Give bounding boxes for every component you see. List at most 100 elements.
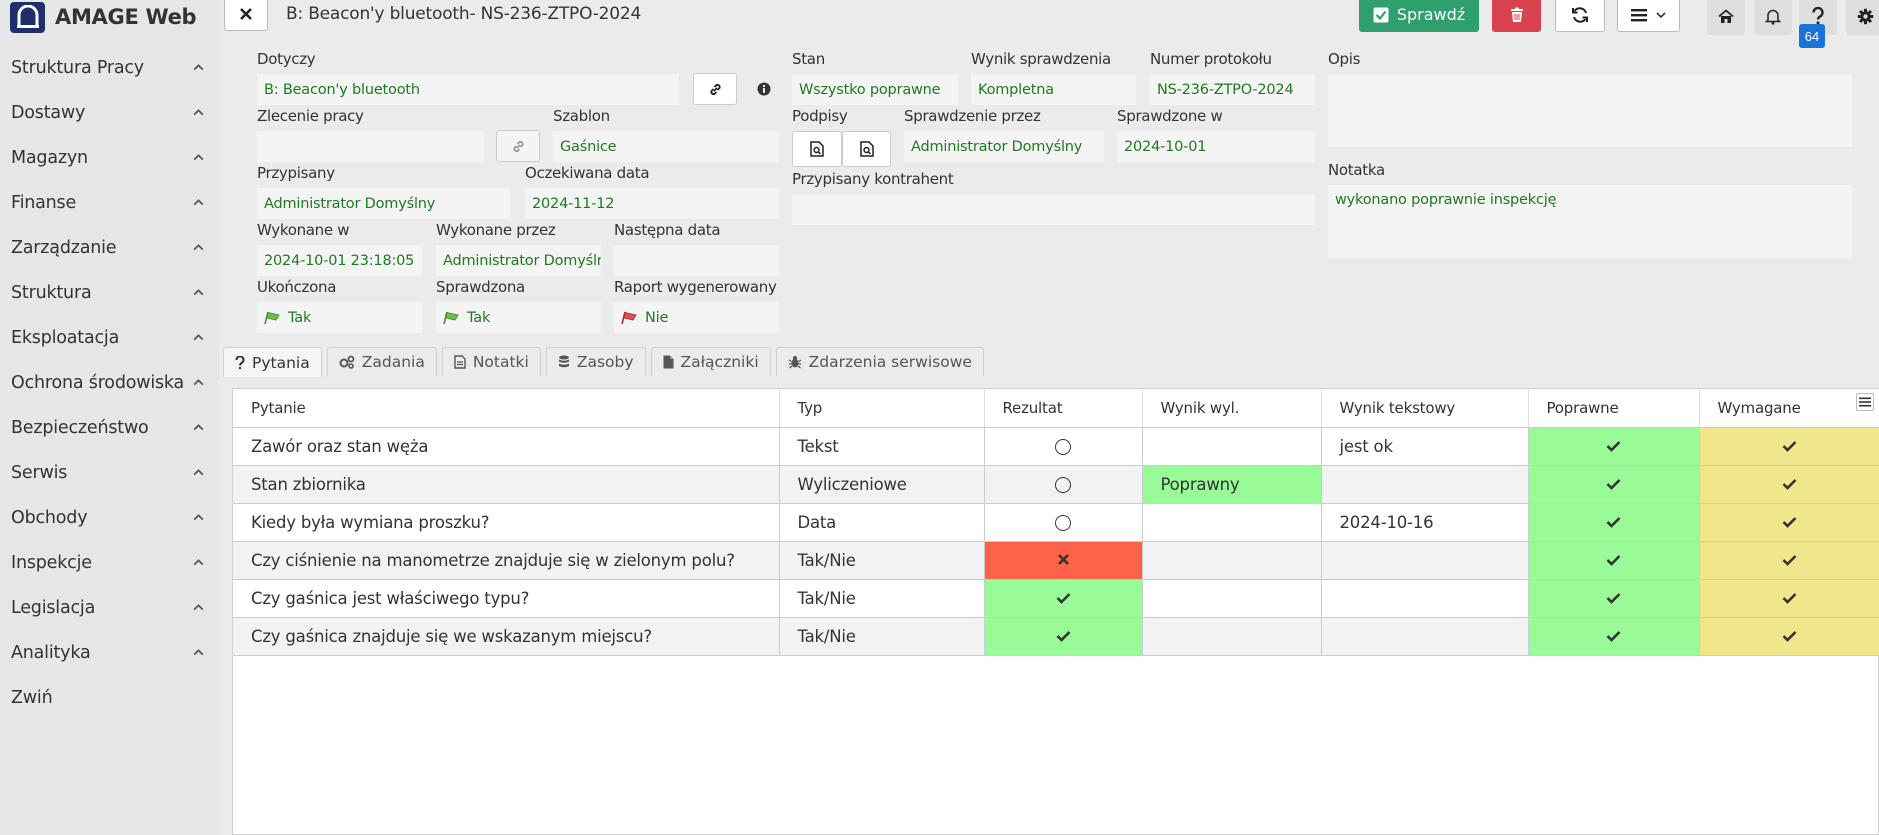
field-numer-protokolu[interactable]: NS-236-ZTPO-2024 xyxy=(1150,74,1315,105)
sidebar-item-label: Obchody xyxy=(11,507,88,528)
table-row[interactable]: Czy ciśnienie na manometrze znajduje się… xyxy=(233,541,1879,580)
sidebar-item-ochrona-srodowiska[interactable]: Ochrona środowiska xyxy=(0,360,219,405)
column-menu-button[interactable] xyxy=(1856,393,1874,411)
field-przypisany[interactable]: Administrator Domyślny xyxy=(257,188,510,219)
cell-rezultat[interactable] xyxy=(984,465,1143,504)
sidebar-item-finanse[interactable]: Finanse xyxy=(0,180,219,225)
field-kontrahent[interactable] xyxy=(792,194,1315,225)
cell-wynik-wyl xyxy=(1142,617,1322,656)
field-label-wynik: Wynik sprawdzenia xyxy=(971,50,1111,68)
cell-pytanie: Czy gaśnica znajduje się we wskazanym mi… xyxy=(233,617,780,656)
sidebar-item-label: Struktura xyxy=(11,282,92,303)
field-nastepna-data[interactable] xyxy=(614,245,779,276)
signature-button-2[interactable] xyxy=(842,131,891,167)
field-sprawdzone-w[interactable]: 2024-10-01 xyxy=(1117,131,1315,162)
tab-zadania[interactable]: Zadania xyxy=(326,347,437,376)
cell-poprawne xyxy=(1528,541,1700,580)
actions-menu-button[interactable] xyxy=(1617,0,1680,32)
table-row[interactable]: Stan zbiornika Wyliczeniowe Poprawny xyxy=(233,465,1879,504)
field-wynik-sprawdzenia[interactable]: Kompletna xyxy=(971,74,1136,105)
radio-unchecked-icon[interactable] xyxy=(1055,439,1071,455)
column-header-pytanie[interactable]: Pytanie xyxy=(233,389,780,428)
field-dotyczy[interactable]: B: Beacon'y bluetooth xyxy=(257,74,679,105)
cell-rezultat[interactable] xyxy=(984,617,1143,656)
info-icon[interactable] xyxy=(757,82,771,96)
table-row[interactable]: Zawór oraz stan węża Tekst jest ok xyxy=(233,427,1879,466)
chevron-up-icon xyxy=(193,109,204,116)
field-szablon[interactable]: Gaśnice xyxy=(553,131,779,162)
table-row[interactable]: Czy gaśnica jest właściwego typu? Tak/Ni… xyxy=(233,579,1879,618)
chevron-up-icon xyxy=(193,64,204,71)
column-header-poprawne[interactable]: Poprawne xyxy=(1528,389,1700,428)
sidebar-item-legislacja[interactable]: Legislacja xyxy=(0,585,219,630)
refresh-button[interactable] xyxy=(1555,0,1605,32)
field-raport[interactable]: Nie xyxy=(614,302,779,333)
questions-grid: Pytanie Typ Rezultat Wynik wyl. Wynik te… xyxy=(232,388,1879,835)
sidebar-item-eksploatacja[interactable]: Eksploatacja xyxy=(0,315,219,360)
column-header-rezultat[interactable]: Rezultat xyxy=(984,389,1143,428)
tab-pytania[interactable]: Pytania xyxy=(223,347,322,377)
field-ukonczona-value: Tak xyxy=(288,309,312,326)
check-button[interactable]: Sprawdź xyxy=(1359,0,1479,32)
field-sprawdzenie-przez[interactable]: Administrator Domyślny xyxy=(904,131,1104,162)
sidebar-item-analityka[interactable]: Analityka xyxy=(0,630,219,675)
table-row[interactable]: Kiedy była wymiana proszku? Data 2024-10… xyxy=(233,503,1879,542)
sidebar-item-inspekcje[interactable]: Inspekcje xyxy=(0,540,219,585)
sidebar-item-bezpieczenstwo[interactable]: Bezpieczeństwo xyxy=(0,405,219,450)
sidebar-item-magazyn[interactable]: Magazyn xyxy=(0,135,219,180)
field-wykonane-w[interactable]: 2024-10-01 23:18:05 xyxy=(257,245,422,276)
tab-zalaczniki[interactable]: Załączniki xyxy=(650,347,771,376)
column-header-typ[interactable]: Typ xyxy=(779,389,985,428)
field-label-podpisy: Podpisy xyxy=(792,107,848,125)
cell-wymagane xyxy=(1699,617,1879,656)
column-header-wynik-wyl[interactable]: Wynik wyl. xyxy=(1142,389,1322,428)
close-button[interactable] xyxy=(224,0,268,31)
field-oczekiwana-data[interactable]: 2024-11-12 xyxy=(525,188,779,219)
field-zlecenie[interactable] xyxy=(257,131,484,162)
dotyczy-link-button[interactable] xyxy=(693,73,737,105)
sidebar-item-serwis[interactable]: Serwis xyxy=(0,450,219,495)
notifications-button[interactable] xyxy=(1754,0,1792,35)
field-label-ukonczona: Ukończona xyxy=(257,278,337,296)
cell-wynik-wyl xyxy=(1142,579,1322,618)
sidebar-item-struktura[interactable]: Struktura xyxy=(0,270,219,315)
cell-wynik-tekstowy: jest ok xyxy=(1321,427,1529,466)
cell-rezultat[interactable] xyxy=(984,503,1143,542)
cell-rezultat[interactable] xyxy=(984,541,1143,580)
sidebar-item-zarzadzanie[interactable]: Zarządzanie xyxy=(0,225,219,270)
tab-zdarzenia-serwisowe[interactable]: Zdarzenia serwisowe xyxy=(775,347,984,376)
check-icon xyxy=(1056,592,1070,604)
delete-button[interactable] xyxy=(1492,0,1541,32)
chevron-up-icon xyxy=(193,379,204,386)
brand[interactable]: AMAGE Web xyxy=(0,0,219,34)
cell-rezultat[interactable] xyxy=(984,427,1143,466)
home-button[interactable] xyxy=(1707,0,1745,35)
check-icon xyxy=(1782,630,1797,642)
sidebar-item-struktura-pracy[interactable]: Struktura Pracy xyxy=(0,45,219,90)
field-wykonane-przez[interactable]: Administrator Domyśln xyxy=(436,245,601,276)
signature-button-1[interactable] xyxy=(792,131,842,167)
zlecenie-link-button[interactable] xyxy=(496,130,540,162)
field-stan[interactable]: Wszystko poprawne xyxy=(792,74,958,105)
radio-unchecked-icon[interactable] xyxy=(1055,515,1071,531)
column-header-wymagane[interactable]: Wymagane xyxy=(1699,389,1879,428)
cell-pytanie: Kiedy była wymiana proszku? xyxy=(233,503,780,542)
field-opis[interactable] xyxy=(1328,74,1852,147)
bars-icon xyxy=(1859,397,1871,407)
cell-rezultat[interactable] xyxy=(984,579,1143,618)
field-ukonczona[interactable]: Tak xyxy=(257,302,422,333)
cell-pytanie: Czy ciśnienie na manometrze znajduje się… xyxy=(233,541,780,580)
tab-notatki[interactable]: Notatki xyxy=(441,347,541,376)
sidebar-collapse[interactable]: Zwiń xyxy=(0,675,219,720)
sidebar-item-dostawy[interactable]: Dostawy xyxy=(0,90,219,135)
tab-zasoby[interactable]: Zasoby xyxy=(545,347,646,376)
radio-unchecked-icon[interactable] xyxy=(1055,477,1071,493)
field-notatka[interactable]: wykonano poprawnie inspekcję xyxy=(1328,185,1852,258)
table-row[interactable]: Czy gaśnica znajduje się we wskazanym mi… xyxy=(233,617,1879,656)
field-sprawdzona[interactable]: Tak xyxy=(436,302,601,333)
chevron-up-icon xyxy=(193,289,204,296)
settings-button[interactable] xyxy=(1846,0,1879,35)
column-header-wynik-tekstowy[interactable]: Wynik tekstowy xyxy=(1321,389,1529,428)
sidebar-item-obchody[interactable]: Obchody xyxy=(0,495,219,540)
grid-header-row: Pytanie Typ Rezultat Wynik wyl. Wynik te… xyxy=(233,389,1879,428)
